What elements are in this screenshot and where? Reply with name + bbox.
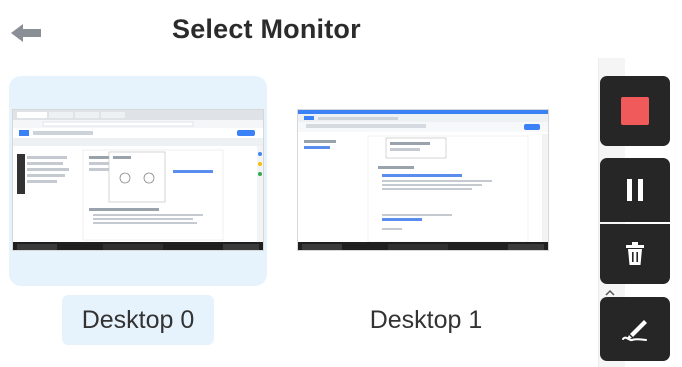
pen-icon [622,320,647,342]
pause-icon [627,179,643,201]
header: Select Monitor [0,0,600,64]
monitor-option-desktop-1[interactable] [294,76,552,286]
monitor-label-desktop-0[interactable]: Desktop 0 [62,295,214,345]
draw-button[interactable] [600,297,670,361]
delete-button[interactable] [600,224,670,284]
stop-icon [621,97,649,125]
trash-icon [626,242,644,265]
pause-button[interactable] [600,158,670,222]
monitor-thumbnail [12,109,264,251]
monitor-option-desktop-0[interactable] [9,76,267,286]
back-button[interactable] [8,20,44,46]
page-title: Select Monitor [172,14,361,44]
monitor-label-desktop-1[interactable]: Desktop 1 [350,295,502,345]
monitor-thumbnail [297,109,549,251]
stop-button[interactable] [600,76,670,146]
arrow-left-icon [11,24,41,42]
grip-icon [605,289,615,296]
